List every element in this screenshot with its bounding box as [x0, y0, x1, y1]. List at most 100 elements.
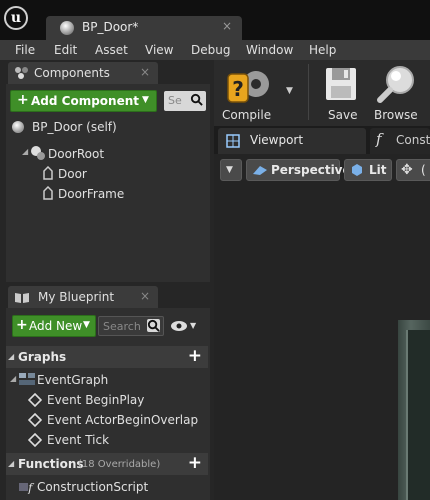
- door-mesh: [406, 330, 430, 500]
- add-function-button[interactable]: +: [188, 453, 202, 473]
- component-sphere-icon: [12, 121, 24, 133]
- tab-components[interactable]: Components ×: [8, 62, 158, 84]
- document-tab-label: BP_Door*: [82, 20, 139, 34]
- lit-label: Lit: [369, 163, 387, 177]
- component-doorframe-item[interactable]: DoorFrame: [58, 187, 124, 201]
- transform-extra-label: (: [421, 163, 426, 177]
- viewport-options-button[interactable]: ▼: [220, 159, 242, 181]
- menu-help[interactable]: Help: [309, 43, 336, 57]
- add-component-button[interactable]: + Add Component ▼: [10, 90, 157, 112]
- chevron-down-icon: ▼: [83, 320, 90, 330]
- chevron-down-icon: ▼: [142, 95, 149, 105]
- browse-icon: [377, 66, 414, 103]
- tree-expand-icon[interactable]: ◢: [10, 374, 16, 383]
- menu-edit[interactable]: Edit: [54, 43, 77, 57]
- browse-label: Browse: [374, 108, 418, 122]
- transform-icon: ✥: [401, 162, 413, 178]
- function-icon: f: [19, 481, 35, 494]
- svg-text:?: ?: [232, 77, 244, 101]
- menu-bar: File Edit Asset View Debug Window Help: [0, 40, 430, 60]
- graphs-section[interactable]: ◢ Graphs +: [6, 346, 208, 368]
- add-graph-button[interactable]: +: [188, 346, 202, 366]
- search-icon[interactable]: [190, 93, 203, 106]
- collapse-icon: ◢: [8, 352, 15, 361]
- document-tab[interactable]: BP_Door* ×: [46, 16, 242, 40]
- event-tick-item[interactable]: Event Tick: [47, 433, 109, 447]
- chevron-down-icon[interactable]: ▼: [190, 321, 196, 330]
- mesh-icon: [43, 166, 53, 180]
- search-icon[interactable]: [147, 319, 160, 332]
- tab-viewport-label: Viewport: [250, 133, 304, 147]
- add-new-label: Add New: [29, 319, 83, 333]
- blueprint-search-input[interactable]: Search: [98, 316, 164, 336]
- compile-button[interactable]: ? ▼ Compile: [220, 64, 296, 124]
- event-icon: [28, 413, 42, 427]
- tab-my-blueprint[interactable]: My Blueprint ×: [8, 286, 158, 308]
- close-my-blueprint-icon[interactable]: ×: [140, 289, 150, 303]
- eye-icon[interactable]: [170, 320, 190, 332]
- functions-section[interactable]: ◢ Functions (18 Overridable) +: [6, 453, 208, 475]
- toolbar-separator: [308, 64, 309, 120]
- add-new-button[interactable]: + Add New ▼: [12, 315, 96, 337]
- viewport-tab-strip: Viewport f Const: [214, 126, 430, 154]
- lit-button[interactable]: Lit: [344, 159, 392, 181]
- title-bar: u BP_Door* ×: [0, 0, 430, 40]
- compile-label: Compile: [222, 108, 272, 122]
- tab-viewport[interactable]: Viewport: [218, 128, 366, 154]
- perspective-button[interactable]: Perspective: [246, 159, 351, 181]
- function-icon: f: [376, 130, 382, 148]
- blueprint-icon: [60, 21, 74, 35]
- event-beginplay-item[interactable]: Event BeginPlay: [47, 393, 144, 407]
- add-component-label: Add Component: [31, 94, 139, 108]
- tab-construction-script[interactable]: f Const: [370, 128, 430, 154]
- tree-expand-icon[interactable]: ◢: [22, 147, 28, 156]
- tab-components-label: Components: [34, 66, 110, 80]
- chevron-down-icon[interactable]: ▼: [286, 86, 293, 96]
- tab-my-blueprint-label: My Blueprint: [38, 290, 115, 304]
- search-placeholder: Se: [168, 94, 182, 107]
- plus-icon: +: [16, 317, 28, 333]
- collapse-icon: ◢: [8, 459, 15, 468]
- menu-window[interactable]: Window: [246, 43, 293, 57]
- search-placeholder: Search: [103, 320, 141, 333]
- scene-root-icon: [31, 146, 45, 160]
- event-actorbeginoverlap-item[interactable]: Event ActorBeginOverlap: [47, 413, 198, 427]
- book-icon: [15, 293, 29, 303]
- component-door-item[interactable]: Door: [58, 167, 87, 181]
- components-panel: + Add Component ▼ Se BP_Door (self) ◢ Do…: [6, 84, 210, 282]
- left-panel: Components × + Add Component ▼ Se BP_Doo…: [0, 60, 214, 500]
- toolbar: ? ▼ Compile Save Browse: [214, 60, 430, 126]
- graphs-label: Graphs: [18, 350, 67, 364]
- unreal-logo-icon[interactable]: u: [4, 6, 28, 30]
- menu-debug[interactable]: Debug: [191, 43, 230, 57]
- transform-button[interactable]: ✥ (: [396, 159, 430, 181]
- event-graph-item[interactable]: EventGraph: [37, 373, 108, 387]
- save-label: Save: [328, 108, 358, 122]
- mesh-icon: [43, 186, 53, 200]
- menu-file[interactable]: File: [15, 43, 35, 57]
- viewport-icon: [226, 134, 240, 148]
- graph-icon: [19, 373, 35, 385]
- browse-button[interactable]: Browse: [370, 64, 426, 124]
- component-root-item[interactable]: DoorRoot: [48, 147, 104, 161]
- close-tab-icon[interactable]: ×: [222, 19, 232, 33]
- save-button[interactable]: Save: [318, 64, 366, 124]
- perspective-label: Perspective: [271, 163, 351, 177]
- svg-text:f: f: [27, 481, 35, 494]
- perspective-icon: [253, 166, 267, 175]
- construction-script-item[interactable]: ConstructionScript: [37, 480, 148, 494]
- my-blueprint-panel: + Add New ▼ Search ▼ ◢ Graphs + ◢ EventG…: [6, 308, 210, 500]
- menu-asset[interactable]: Asset: [95, 43, 128, 57]
- close-components-icon[interactable]: ×: [140, 65, 150, 79]
- chevron-down-icon: ▼: [226, 165, 233, 175]
- components-search-input[interactable]: Se: [164, 91, 206, 111]
- event-icon: [28, 393, 42, 407]
- save-icon: [326, 68, 356, 100]
- viewport[interactable]: ▼ Perspective Lit ✥ (: [214, 154, 430, 500]
- compile-icon: ?: [227, 71, 269, 103]
- menu-view[interactable]: View: [145, 43, 173, 57]
- component-self-item[interactable]: BP_Door (self): [32, 120, 117, 134]
- plus-icon: +: [17, 92, 29, 108]
- functions-label: Functions: [18, 457, 84, 471]
- components-icon: [15, 67, 28, 79]
